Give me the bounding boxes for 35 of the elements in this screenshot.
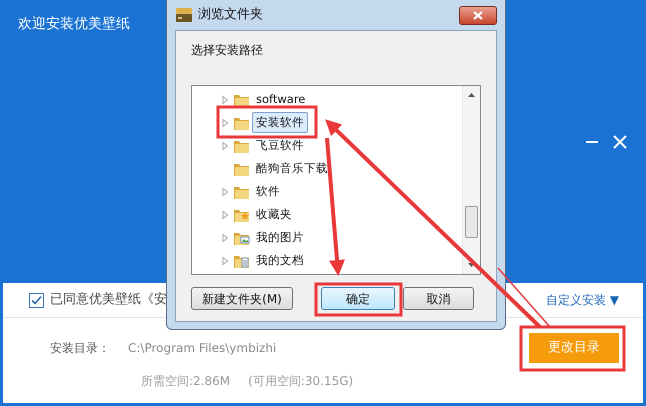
expand-arrow-icon[interactable] — [220, 94, 230, 104]
expand-arrow-icon[interactable] — [220, 118, 230, 128]
dialog-button[interactable]: 取消 — [403, 287, 474, 310]
window-title: 欢迎安装优美壁纸 — [18, 15, 130, 34]
close-button[interactable] — [459, 6, 497, 24]
agreement-text: 已同意优美壁纸《安 — [50, 291, 167, 310]
install-path: C:\Program Files\ymbizhi — [128, 340, 278, 357]
close-icon — [473, 10, 483, 20]
checkbox[interactable] — [29, 292, 44, 308]
scroll-down-icon[interactable] — [468, 263, 475, 267]
drive-icon — [175, 7, 193, 23]
expand-arrow-icon[interactable] — [220, 140, 230, 150]
available-space: (可用空间:30.15G) — [248, 373, 354, 390]
dialog-title: 浏览文件夹 — [198, 6, 264, 24]
tree-item[interactable]: 我的图片 — [252, 226, 308, 248]
custom-install-link[interactable]: 自定义安装 ▼ — [546, 291, 619, 309]
scroll-thumb[interactable] — [465, 206, 478, 238]
close-icon[interactable] — [612, 134, 628, 150]
install-dir-label: 安装目录： — [50, 340, 111, 357]
tree-item[interactable]: 安装软件 — [252, 112, 308, 134]
dialog-button[interactable]: 确定 — [321, 287, 395, 310]
tree-item[interactable]: 收藏夹 — [252, 204, 296, 226]
expand-arrow-icon[interactable] — [220, 256, 230, 266]
tree-item[interactable]: 飞豆软件 — [252, 134, 308, 156]
prompt-text: 选择安装路径 — [191, 42, 264, 59]
scroll-up-icon[interactable] — [468, 93, 475, 97]
tree-item[interactable]: 我的文档 — [252, 250, 308, 272]
dialog-button[interactable]: 新建文件夹(M) — [191, 287, 293, 310]
tree-item[interactable]: 软件 — [252, 180, 284, 202]
required-space: 所需空间:2.86M — [141, 373, 230, 390]
expand-arrow-icon[interactable] — [220, 186, 230, 196]
expand-arrow-icon[interactable] — [220, 232, 230, 242]
tree-item[interactable]: 酷狗音乐下载 — [252, 158, 332, 180]
expand-arrow-icon[interactable] — [220, 210, 230, 220]
tree-item[interactable]: software — [252, 88, 310, 110]
